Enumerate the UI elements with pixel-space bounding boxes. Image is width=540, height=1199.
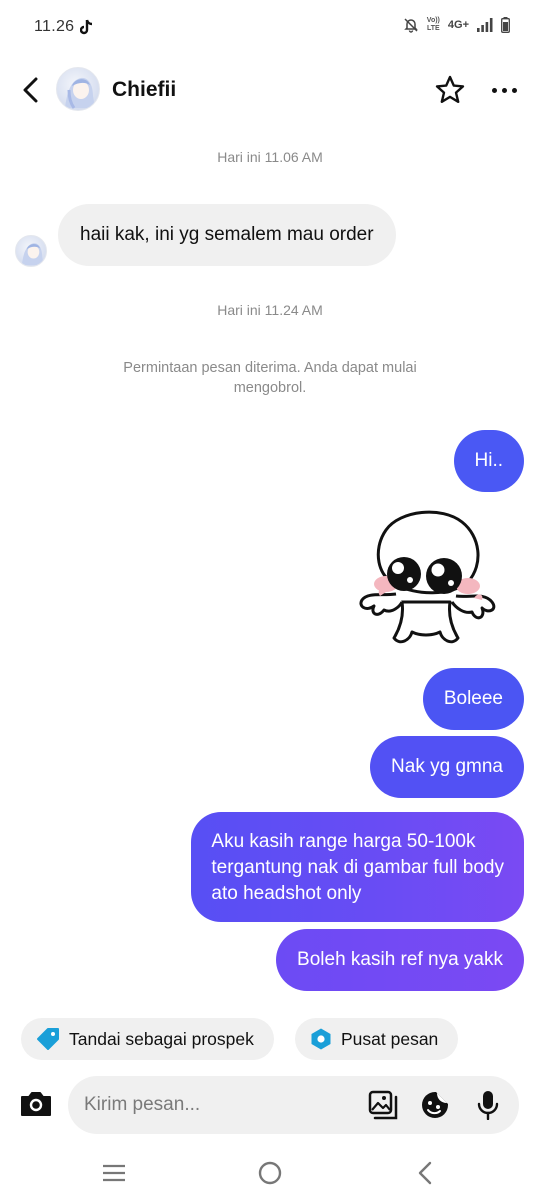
voice-button[interactable]: [473, 1090, 503, 1120]
gallery-button[interactable]: [368, 1090, 398, 1120]
system-note: Permintaan pesan diterima. Anda dapat mu…: [123, 360, 417, 396]
home-icon: [258, 1161, 282, 1185]
star-icon: [435, 75, 465, 103]
contact-avatar[interactable]: [56, 67, 100, 111]
recents-icon: [103, 1164, 125, 1182]
avatar-image: [65, 77, 95, 109]
network-type: 4G+: [447, 19, 469, 31]
signal-icon: [477, 18, 493, 32]
message-line: ato headshot only: [211, 883, 362, 904]
tiktok-icon: [80, 19, 93, 35]
message-line: tergantung nak di gambar full body: [211, 857, 504, 878]
volte-indicator: Vo)) LTE: [427, 17, 440, 33]
nav-back-button[interactable]: [410, 1158, 440, 1188]
timestamp: Hari ini 11.24 AM: [217, 302, 323, 318]
incoming-message[interactable]: haii kak, ini yg semalem mau order: [58, 204, 396, 266]
mark-as-lead-chip[interactable]: Tandai sebagai prospek: [21, 1018, 274, 1060]
more-options-button[interactable]: [484, 72, 524, 108]
chat-header: Chiefii: [0, 56, 540, 124]
nav-back-icon: [418, 1161, 432, 1185]
message-center-chip[interactable]: Pusat pesan: [295, 1018, 459, 1060]
message-input[interactable]: [84, 1076, 354, 1134]
volte-top-label: Vo)): [426, 17, 440, 24]
mute-icon: [403, 18, 418, 33]
home-button[interactable]: [255, 1158, 285, 1188]
chip-label: Tandai sebagai prospek: [69, 1028, 254, 1049]
status-bar: 11.26 Vo)) LTE 4G+: [0, 0, 540, 56]
system-nav-bar: [0, 1146, 540, 1199]
hexagon-icon: [311, 1028, 331, 1050]
sender-avatar[interactable]: [15, 235, 47, 267]
chip-label: Pusat pesan: [341, 1028, 439, 1049]
battery-icon: [501, 17, 510, 33]
more-icon-dot: [511, 87, 517, 93]
volte-bottom-label: LTE: [426, 25, 440, 32]
message-composer: [68, 1076, 519, 1134]
recents-button[interactable]: [99, 1158, 129, 1188]
back-arrow-icon: [23, 77, 38, 103]
sticker-image[interactable]: [356, 506, 512, 654]
timestamp: Hari ini 11.06 AM: [217, 149, 323, 165]
more-icon-dot: [501, 87, 507, 93]
back-button[interactable]: [14, 72, 46, 108]
status-icons: Vo)) LTE 4G+: [403, 17, 510, 33]
avatar-image: [21, 243, 44, 266]
outgoing-message[interactable]: Hi..: [453, 430, 524, 492]
gallery-icon: [368, 1090, 398, 1120]
outgoing-message[interactable]: Nak yg gmna: [370, 736, 524, 798]
status-time: 11.26: [34, 18, 75, 35]
outgoing-message[interactable]: Aku kasih range harga 50-100k tergantung…: [191, 812, 524, 922]
outgoing-message[interactable]: Boleee: [422, 668, 524, 730]
message-line: Aku kasih range harga 50-100k: [211, 831, 476, 852]
sticker-button[interactable]: [420, 1090, 450, 1120]
microphone-icon: [477, 1091, 499, 1120]
more-icon: [491, 87, 497, 93]
camera-button[interactable]: [19, 1088, 53, 1120]
sticker-icon: [422, 1092, 448, 1118]
tag-icon: [37, 1028, 59, 1050]
favorite-button[interactable]: [432, 72, 468, 108]
outgoing-message[interactable]: Boleh kasih ref nya yakk: [276, 929, 524, 991]
camera-icon: [21, 1092, 51, 1116]
contact-name[interactable]: Chiefii: [112, 78, 176, 102]
